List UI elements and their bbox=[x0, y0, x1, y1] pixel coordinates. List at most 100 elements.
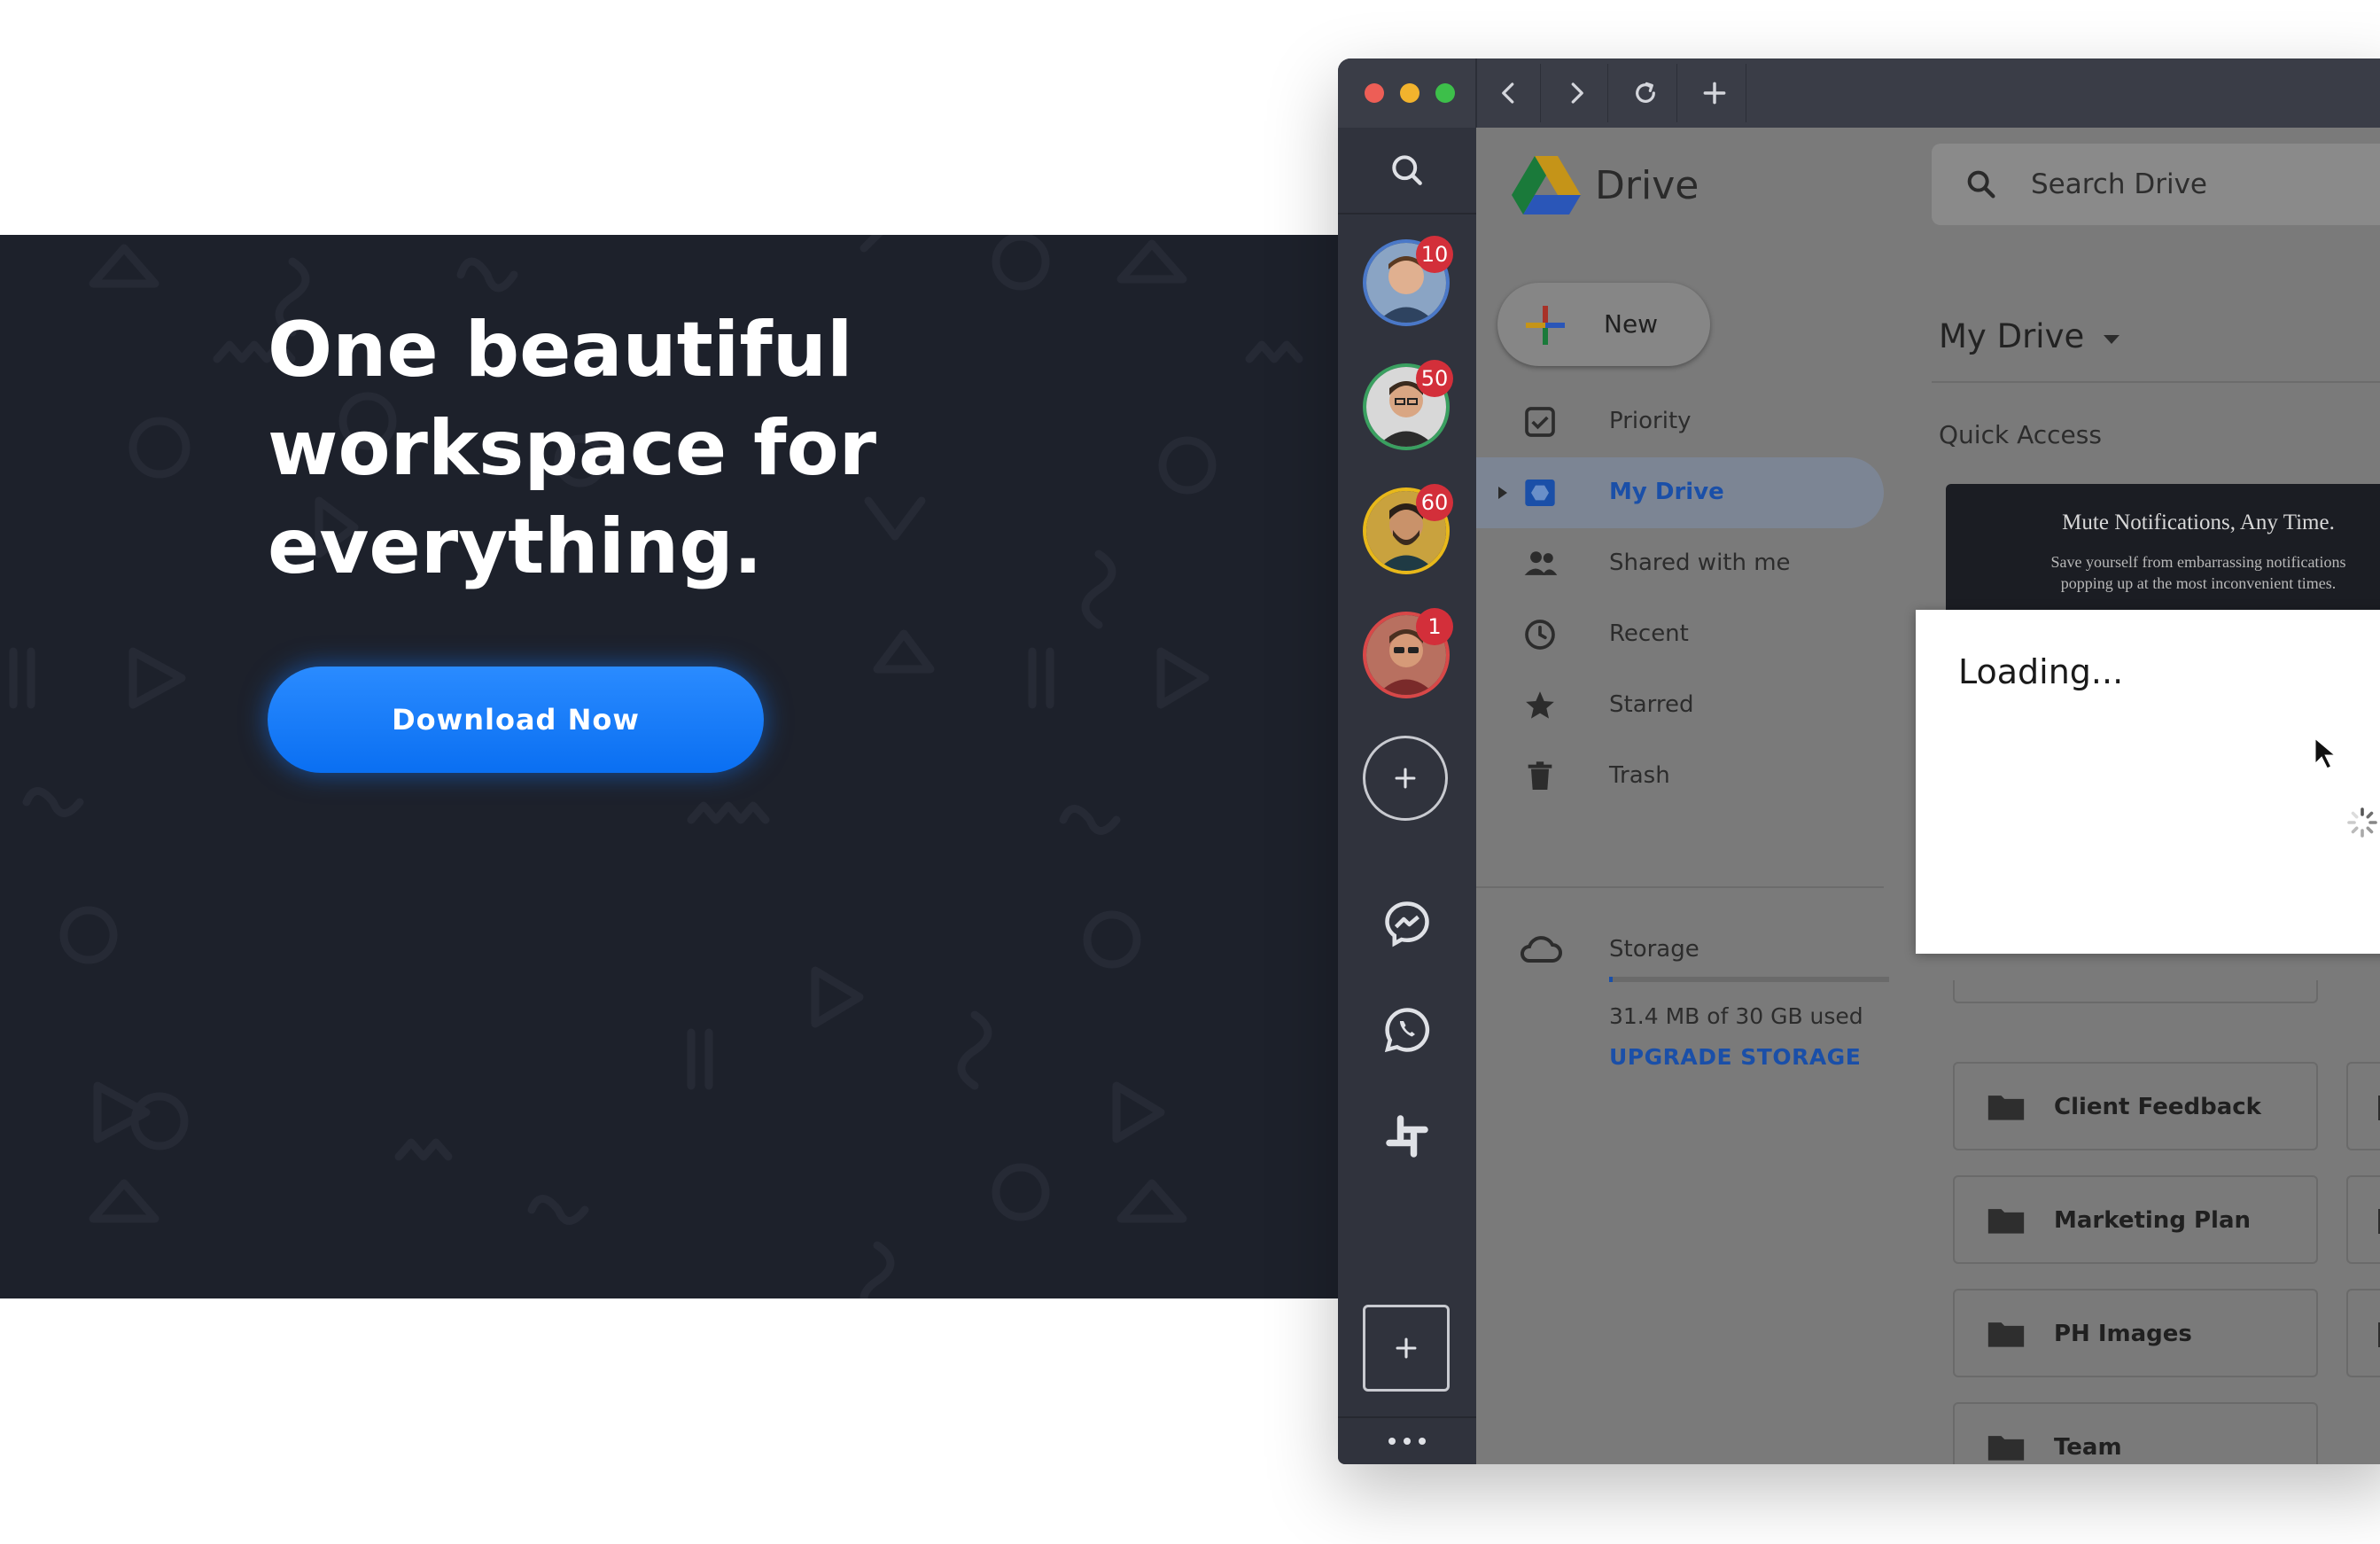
notification-badge: 1 bbox=[1416, 608, 1453, 645]
cloud-icon bbox=[1521, 936, 1562, 963]
folder-name: Team bbox=[2054, 1434, 2122, 1461]
reload-icon bbox=[1636, 82, 1655, 103]
plus-icon bbox=[1703, 82, 1726, 105]
clock-icon bbox=[1525, 620, 1555, 650]
upgrade-storage-link[interactable]: UPGRADE STORAGE bbox=[1609, 1044, 1861, 1070]
trash-icon bbox=[1528, 761, 1552, 790]
notification-badge: 60 bbox=[1416, 484, 1453, 521]
nav-label: Shared with me bbox=[1609, 550, 1791, 576]
nav-item-trash[interactable]: Trash bbox=[1476, 741, 1884, 812]
divider bbox=[1338, 213, 1476, 214]
promo-text-line: Save yourself from embarrassing notifica… bbox=[2050, 553, 2346, 571]
folder-icon bbox=[1987, 1096, 2025, 1120]
new-label: New bbox=[1604, 309, 1659, 339]
plus-icon bbox=[1396, 1337, 1417, 1359]
add-app-button[interactable] bbox=[1363, 1305, 1450, 1392]
search-placeholder: Search Drive bbox=[2031, 168, 2208, 200]
title-bar bbox=[1338, 58, 2380, 128]
search-icon bbox=[1392, 155, 1422, 185]
nav-item-shared[interactable]: Shared with me bbox=[1476, 528, 1884, 599]
folder-icon bbox=[1987, 1322, 2025, 1347]
download-now-button[interactable]: Download Now bbox=[268, 667, 764, 773]
shared-icon bbox=[1524, 551, 1558, 575]
storage-item[interactable]: Storage bbox=[1476, 913, 1884, 984]
nav-item-priority[interactable]: Priority bbox=[1476, 386, 1884, 457]
nav-item-my-drive[interactable]: My Drive bbox=[1476, 457, 1884, 528]
app-title: Drive bbox=[1595, 163, 1699, 208]
add-account-button[interactable] bbox=[1363, 736, 1448, 821]
expand-arrow-icon[interactable] bbox=[1496, 484, 1510, 502]
storage-bar-fill bbox=[1609, 977, 1613, 982]
folder-tile[interactable]: PH Images bbox=[1953, 1289, 2318, 1377]
folder-tile-partial[interactable] bbox=[2346, 1289, 2380, 1377]
nav-label: Starred bbox=[1609, 691, 1694, 718]
divider bbox=[1932, 381, 2380, 383]
slack-app-button[interactable] bbox=[1381, 1110, 1434, 1163]
star-icon bbox=[1526, 691, 1554, 719]
back-button[interactable] bbox=[1478, 64, 1541, 122]
messenger-icon bbox=[1385, 901, 1429, 947]
folder-name: PH Images bbox=[2054, 1321, 2192, 1347]
nav-item-starred[interactable]: Starred bbox=[1476, 670, 1884, 741]
folder-tile[interactable]: Marketing Plan bbox=[1953, 1175, 2318, 1264]
priority-icon bbox=[1525, 407, 1555, 437]
folder-name: Client Feedback bbox=[2054, 1094, 2261, 1120]
headline-line: everything. bbox=[268, 503, 763, 591]
folder-icon bbox=[1987, 1436, 2025, 1461]
more-options-button[interactable] bbox=[1381, 1418, 1434, 1464]
chevron-left-icon bbox=[1502, 82, 1514, 104]
whatsapp-icon bbox=[1384, 1008, 1430, 1053]
forward-button[interactable] bbox=[1545, 64, 1608, 122]
more-dots-icon bbox=[1388, 1438, 1426, 1445]
chevron-right-icon bbox=[1571, 82, 1583, 104]
loading-text: Loading... bbox=[1958, 652, 2124, 691]
reload-button[interactable] bbox=[1614, 64, 1677, 122]
folder-tile[interactable]: Team bbox=[1953, 1402, 2318, 1464]
nav-label: Trash bbox=[1609, 762, 1670, 789]
folder-tile-partial[interactable] bbox=[2346, 1175, 2380, 1264]
search-box[interactable]: Search Drive bbox=[1932, 144, 2380, 225]
my-drive-icon bbox=[1525, 480, 1555, 506]
plus-multicolor-icon bbox=[1526, 306, 1565, 345]
storage-used-text: 31.4 MB of 30 GB used bbox=[1609, 1003, 1863, 1029]
nav-item-recent[interactable]: Recent bbox=[1476, 599, 1884, 670]
close-window-button[interactable] bbox=[1365, 83, 1384, 103]
new-tab-button[interactable] bbox=[1684, 64, 1746, 122]
caret-down-icon[interactable] bbox=[2102, 333, 2121, 346]
drive-logo-icon bbox=[1512, 156, 1581, 214]
messenger-app-button[interactable] bbox=[1381, 897, 1434, 950]
divider bbox=[1476, 886, 1884, 888]
nav-label: Recent bbox=[1609, 620, 1689, 647]
whatsapp-app-button[interactable] bbox=[1381, 1003, 1434, 1057]
divider bbox=[1475, 58, 1477, 128]
promo-title: Mute Notifications, Any Time. bbox=[2062, 511, 2335, 534]
minimize-window-button[interactable] bbox=[1400, 83, 1419, 103]
spinner-icon bbox=[2347, 807, 2377, 838]
folder-name: Marketing Plan bbox=[2054, 1207, 2252, 1234]
storage-bar bbox=[1609, 977, 1889, 982]
new-button[interactable]: New bbox=[1497, 283, 1710, 366]
folder-tile-partial[interactable] bbox=[2346, 1062, 2380, 1150]
folder-tile[interactable]: Client Feedback bbox=[1953, 1062, 2318, 1150]
maximize-window-button[interactable] bbox=[1435, 83, 1455, 103]
notification-badge: 10 bbox=[1416, 236, 1453, 273]
promo-text-line: popping up at the most inconvenient time… bbox=[2060, 574, 2337, 592]
notification-badge: 50 bbox=[1416, 360, 1453, 397]
nav-label: My Drive bbox=[1609, 479, 1724, 505]
service-rail: 10 50 60 1 bbox=[1338, 128, 1476, 1464]
search-icon bbox=[1967, 170, 1995, 199]
slack-icon bbox=[1386, 1115, 1428, 1158]
rail-search-button[interactable] bbox=[1338, 128, 1476, 213]
folder-tile-partial[interactable] bbox=[1953, 980, 2318, 1003]
plus-icon bbox=[1395, 768, 1416, 789]
nav-label: Priority bbox=[1609, 408, 1692, 434]
storage-label: Storage bbox=[1609, 936, 1699, 963]
hero-headline: One beautiful workspace for everything. bbox=[268, 301, 1065, 597]
headline-line: workspace for bbox=[268, 404, 877, 493]
loading-dialog: Loading... bbox=[1916, 610, 2380, 954]
mouse-cursor-icon bbox=[2314, 736, 2338, 770]
breadcrumb-my-drive[interactable]: My Drive bbox=[1939, 317, 2084, 355]
folder-icon bbox=[1987, 1209, 2025, 1234]
quick-access-label: Quick Access bbox=[1939, 420, 2102, 449]
headline-line: One beautiful bbox=[268, 306, 853, 394]
